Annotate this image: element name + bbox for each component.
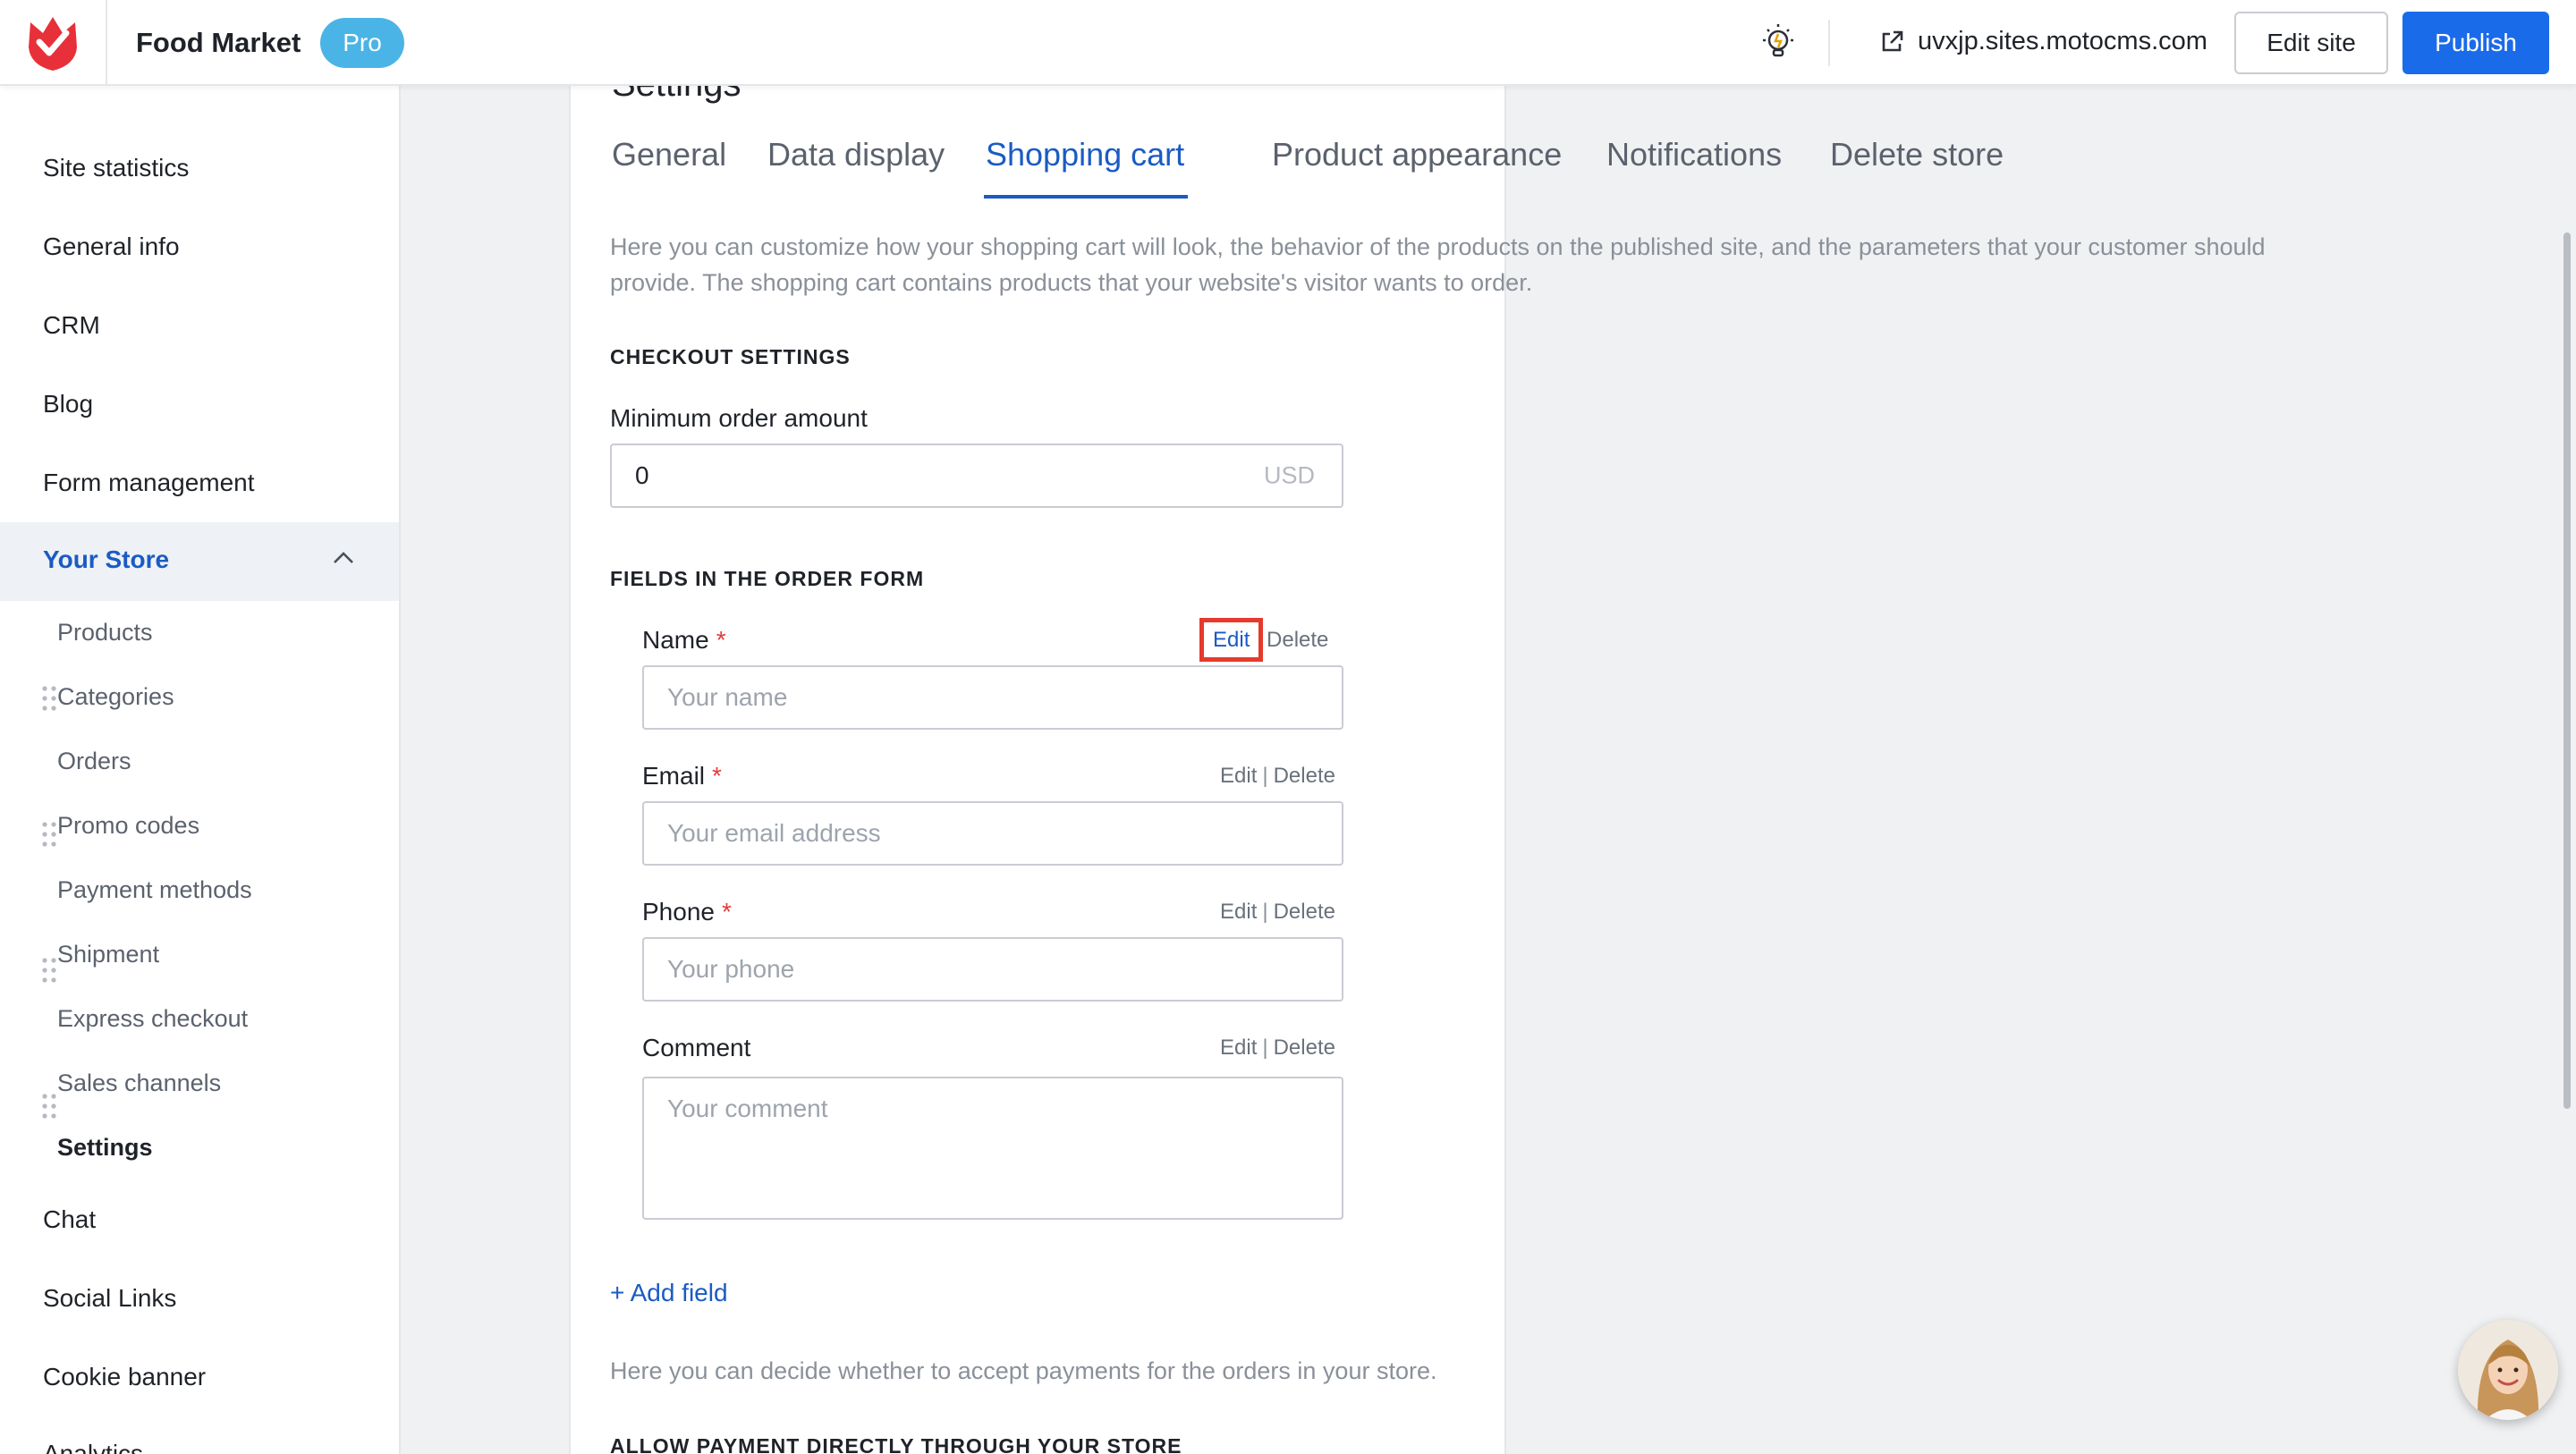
delete-name-field-link[interactable]: Delete — [1267, 628, 1328, 652]
required-mark: * — [716, 626, 726, 654]
tab-active-underline — [984, 195, 1188, 199]
min-order-label: Minimum order amount — [610, 404, 868, 432]
delete-phone-field-link[interactable]: Delete — [1274, 900, 1335, 924]
sidebar-item-social-links[interactable]: Social Links — [43, 1284, 176, 1313]
support-agent-avatar-icon — [2458, 1320, 2558, 1420]
field-label-name: Name * — [642, 626, 726, 655]
drag-handle-icon[interactable] — [41, 1093, 57, 1120]
field-label-phone: Phone * — [642, 898, 732, 926]
plan-badge: Pro — [320, 18, 404, 68]
add-field-link[interactable]: + Add field — [610, 1279, 728, 1307]
drag-handle-icon[interactable] — [41, 821, 57, 848]
sidebar: Site statistics General info CRM Blog Fo… — [0, 86, 401, 1454]
separator: | — [1262, 1036, 1268, 1060]
sidebar-item-analytics[interactable]: Analytics — [43, 1440, 143, 1454]
field-name-text: Name — [642, 626, 709, 654]
tab-delete-store[interactable]: Delete store — [1830, 136, 2004, 173]
edit-name-field-link[interactable]: Edit — [1199, 618, 1264, 662]
min-order-value: 0 — [635, 461, 649, 489]
field-email-text: Email — [642, 762, 706, 790]
sidebar-item-crm[interactable]: CRM — [43, 311, 100, 340]
required-mark: * — [712, 762, 722, 790]
sidebar-subitem-orders[interactable]: Orders — [57, 748, 131, 775]
sidebar-item-cookie-banner[interactable]: Cookie banner — [43, 1363, 206, 1391]
order-form-heading: FIELDS IN THE ORDER FORM — [610, 567, 925, 590]
tab-shopping-cart[interactable]: Shopping cart — [986, 136, 1184, 173]
required-mark: * — [721, 898, 732, 926]
sidebar-subitem-express-checkout[interactable]: Express checkout — [57, 1005, 248, 1033]
field-actions-name: Edit Delete — [1199, 618, 1328, 662]
separator: | — [1262, 764, 1268, 788]
page-scrollbar[interactable] — [2563, 232, 2571, 1109]
payments-intro-text: Here you can decide whether to accept pa… — [610, 1357, 1437, 1384]
field-label-email: Email * — [642, 762, 722, 790]
sidebar-subitem-sales-channels[interactable]: Sales channels — [57, 1069, 221, 1097]
tab-general[interactable]: General — [612, 136, 726, 173]
field-phone-text: Phone — [642, 898, 715, 926]
sidebar-item-general-info[interactable]: General info — [43, 232, 180, 261]
support-chat-avatar[interactable] — [2458, 1320, 2558, 1420]
site-name: Food Market — [136, 27, 301, 58]
edit-comment-field-link[interactable]: Edit — [1220, 1036, 1257, 1060]
field-actions-phone: Edit | Delete — [1220, 900, 1335, 925]
tab-notifications[interactable]: Notifications — [1606, 136, 1782, 173]
field-actions-email: Edit | Delete — [1220, 764, 1335, 789]
delete-comment-field-link[interactable]: Delete — [1274, 1036, 1335, 1060]
checkout-settings-heading: CHECKOUT SETTINGS — [610, 345, 851, 368]
sidebar-item-form-management[interactable]: Form management — [43, 469, 255, 497]
sidebar-subitem-settings[interactable]: Settings — [57, 1134, 153, 1162]
edit-phone-field-link[interactable]: Edit — [1220, 900, 1257, 924]
sidebar-item-blog[interactable]: Blog — [43, 390, 93, 418]
currency-suffix: USD — [1263, 461, 1315, 489]
sidebar-item-your-store-label: Your Store — [43, 545, 170, 573]
tips-button[interactable] — [1755, 20, 1801, 66]
separator: | — [1262, 900, 1268, 924]
publish-button[interactable]: Publish — [2402, 12, 2549, 74]
sidebar-subitem-products[interactable]: Products — [57, 619, 153, 647]
sidebar-item-site-statistics[interactable]: Site statistics — [43, 154, 189, 182]
field-label-comment: Comment — [642, 1034, 750, 1062]
sidebar-subitem-promo-codes[interactable]: Promo codes — [57, 812, 199, 840]
edit-email-field-link[interactable]: Edit — [1220, 764, 1257, 788]
sidebar-subitem-shipment[interactable]: Shipment — [57, 941, 159, 968]
logo[interactable] — [0, 0, 107, 86]
header-divider — [1828, 20, 1830, 66]
site-url-text: uvxjp.sites.motocms.com — [1918, 27, 2207, 55]
lightbulb-icon — [1763, 24, 1793, 57]
delete-email-field-link[interactable]: Delete — [1274, 764, 1335, 788]
phone-field-preview[interactable]: Your phone — [642, 937, 1343, 1002]
name-field-preview[interactable]: Your name — [642, 665, 1343, 730]
field-comment-text: Comment — [642, 1034, 751, 1061]
site-url-link[interactable]: uvxjp.sites.motocms.com — [1878, 27, 2207, 56]
drag-handle-icon[interactable] — [41, 685, 57, 712]
sidebar-item-chat[interactable]: Chat — [43, 1205, 96, 1234]
edit-site-button[interactable]: Edit site — [2234, 12, 2388, 74]
field-actions-comment: Edit | Delete — [1220, 1036, 1335, 1061]
sidebar-subitem-categories[interactable]: Categories — [57, 683, 174, 711]
tab-product-appearance[interactable]: Product appearance — [1272, 136, 1562, 173]
min-order-input[interactable]: 0 USD — [610, 444, 1343, 508]
intro-text: Here you can customize how your shopping… — [610, 233, 2266, 296]
motocms-logo-icon — [29, 17, 77, 71]
top-bar: Food Market Pro uvxjp.sites.motocms.com … — [0, 0, 2576, 86]
drag-handle-icon[interactable] — [41, 957, 57, 984]
payments-heading: ALLOW PAYMENT DIRECTLY THROUGH YOUR STOR… — [610, 1434, 1182, 1454]
chevron-up-icon[interactable] — [331, 549, 356, 567]
external-link-icon — [1882, 30, 1903, 51]
sidebar-subitem-payment-methods[interactable]: Payment methods — [57, 876, 252, 904]
comment-field-preview[interactable]: Your comment — [642, 1077, 1343, 1220]
email-field-preview[interactable]: Your email address — [642, 801, 1343, 866]
tab-data-display[interactable]: Data display — [767, 136, 945, 173]
